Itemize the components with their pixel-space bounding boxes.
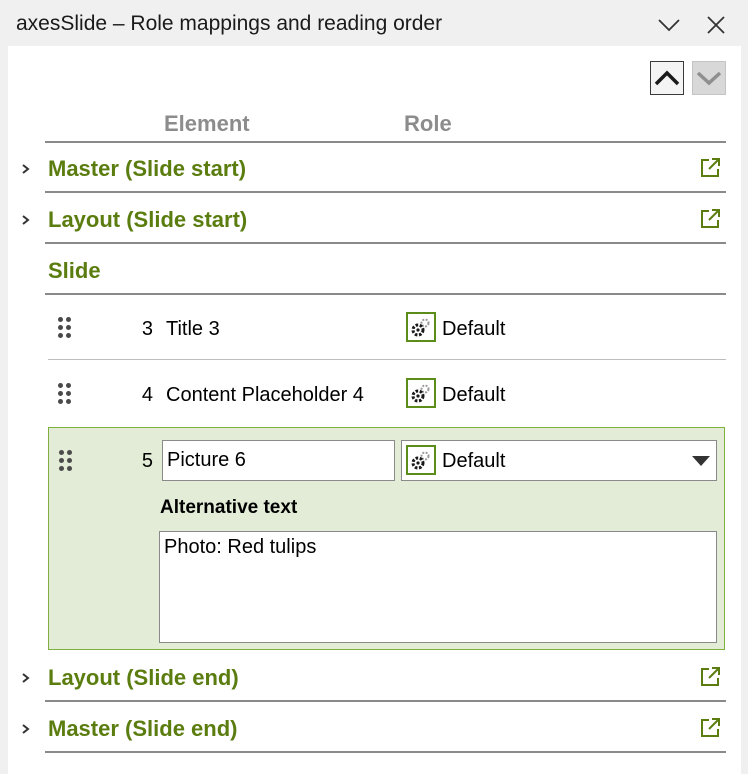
alternative-text-label: Alternative text — [160, 497, 298, 518]
chevron-down-icon — [658, 19, 680, 32]
divider — [45, 242, 726, 244]
slide-section-label: Slide — [48, 258, 101, 283]
grip-icon[interactable] — [59, 450, 73, 472]
element-row[interactable]: 3 Title 3 Default — [48, 296, 726, 361]
group-label: Master (Slide start) — [48, 156, 247, 181]
external-link-icon[interactable] — [698, 716, 722, 740]
group-label: Layout (Slide end) — [48, 665, 239, 690]
chevron-right-icon[interactable] — [19, 722, 33, 736]
element-name: Content Placeholder 4 — [166, 384, 364, 406]
chevron-right-icon[interactable] — [19, 671, 33, 685]
gear-icon — [406, 445, 436, 475]
header-divider — [45, 141, 726, 143]
role-select[interactable]: Default — [401, 440, 717, 481]
element-number: 3 — [141, 318, 153, 340]
grip-icon[interactable] — [58, 383, 72, 405]
role-select-value: Default — [442, 450, 506, 472]
arrow-up-icon — [654, 70, 680, 86]
selected-element-row[interactable]: 5 Picture 6 Default Alternative text Pho… — [48, 427, 725, 650]
divider — [45, 191, 726, 193]
element-row[interactable]: 4 Content Placeholder 4 Default — [48, 362, 726, 427]
group-layout-slide-end[interactable]: Layout (Slide end) — [22, 653, 726, 703]
grip-icon[interactable] — [58, 317, 72, 339]
move-down-button[interactable] — [692, 61, 726, 95]
element-number: 4 — [141, 384, 153, 406]
column-header-element: Element — [164, 111, 250, 136]
chevron-right-icon[interactable] — [19, 162, 33, 176]
group-label: Master (Slide end) — [48, 716, 238, 741]
external-link-icon[interactable] — [698, 207, 722, 231]
close-icon — [707, 16, 725, 34]
element-name: Title 3 — [166, 318, 220, 340]
dropdown-arrow-icon — [692, 456, 710, 466]
role-value: Default — [442, 318, 506, 340]
gear-icon — [406, 378, 436, 408]
close-button[interactable] — [701, 10, 731, 40]
group-label: Layout (Slide start) — [48, 207, 248, 232]
divider — [45, 293, 726, 295]
divider — [45, 751, 726, 753]
element-name-input[interactable]: Picture 6 — [162, 440, 395, 481]
external-link-icon[interactable] — [698, 156, 722, 180]
window-title: axesSlide – Role mappings and reading or… — [16, 12, 443, 35]
gear-icon — [406, 312, 436, 342]
chevron-right-icon[interactable] — [19, 213, 33, 227]
role-value: Default — [442, 384, 506, 406]
element-number: 5 — [141, 450, 153, 472]
divider — [48, 359, 726, 360]
external-link-icon[interactable] — [698, 665, 722, 689]
arrow-down-icon — [696, 71, 722, 86]
group-master-slide-start[interactable]: Master (Slide start) — [22, 144, 726, 194]
column-header-role: Role — [404, 111, 452, 136]
group-layout-slide-start[interactable]: Layout (Slide start) — [22, 195, 726, 245]
move-up-button[interactable] — [650, 61, 684, 95]
group-master-slide-end[interactable]: Master (Slide end) — [22, 704, 726, 754]
alternative-text-field[interactable]: Photo: Red tulips — [159, 531, 717, 643]
divider — [45, 700, 726, 702]
title-bar: axesSlide – Role mappings and reading or… — [0, 0, 748, 46]
collapse-button[interactable] — [654, 10, 684, 40]
